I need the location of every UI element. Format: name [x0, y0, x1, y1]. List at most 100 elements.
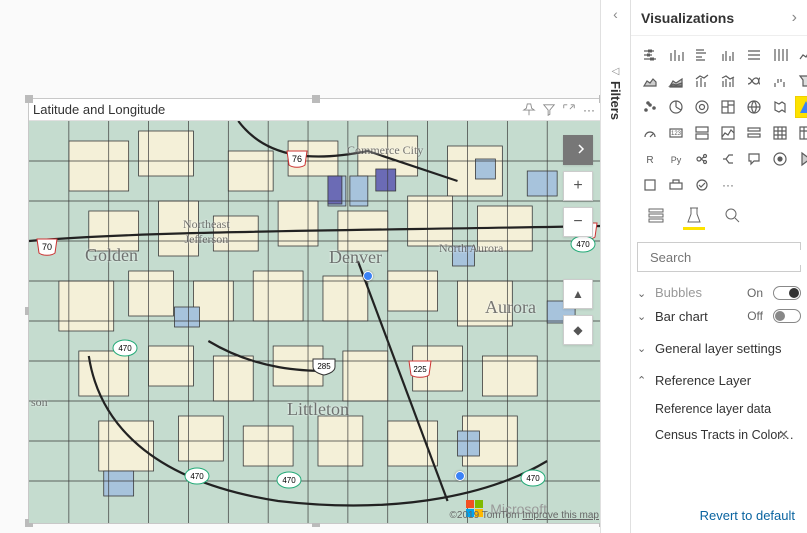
- revert-to-default-link[interactable]: Revert to default: [631, 498, 807, 533]
- map-controls: + − ▲ ◆: [563, 135, 593, 345]
- python-visual-icon[interactable]: Py: [665, 148, 687, 170]
- format-row-label: Reference Layer: [655, 373, 801, 388]
- 100-stacked-column-icon[interactable]: [769, 44, 791, 66]
- fields-tab[interactable]: [645, 206, 667, 232]
- area-chart-icon[interactable]: [639, 70, 661, 92]
- custom-visual-2-icon[interactable]: [665, 174, 687, 196]
- azure-map-icon[interactable]: [795, 96, 807, 118]
- format-row-general-layer[interactable]: ⌄ General layer settings: [637, 332, 801, 364]
- map-icon[interactable]: [743, 96, 765, 118]
- waterfall-icon[interactable]: [769, 70, 791, 92]
- clustered-column-icon[interactable]: [717, 44, 739, 66]
- chevron-down-icon: ⌄: [637, 310, 649, 323]
- gauge-icon[interactable]: [639, 122, 661, 144]
- format-row-bubbles[interactable]: ⌄ Bubbles On: [637, 278, 801, 300]
- format-search[interactable]: [637, 242, 801, 272]
- attribution-copyright: ©2019 TomTom: [450, 510, 520, 521]
- format-tabs: [631, 200, 807, 242]
- triangle-left-icon: ◁: [612, 66, 620, 77]
- r-visual-icon[interactable]: R: [639, 148, 661, 170]
- treemap-icon[interactable]: [717, 96, 739, 118]
- zoom-out-button[interactable]: −: [563, 207, 593, 237]
- stacked-column-icon[interactable]: [665, 44, 687, 66]
- decomposition-tree-icon[interactable]: [717, 148, 739, 170]
- svg-text:123: 123: [671, 131, 682, 137]
- more-options-icon[interactable]: ···: [579, 101, 599, 119]
- format-tab[interactable]: [683, 206, 705, 232]
- filter-icon[interactable]: [539, 101, 559, 119]
- table-icon[interactable]: [769, 122, 791, 144]
- format-options-list: ⌄ Bubbles On ⌄ Bar chart Off ⌄ General l…: [631, 278, 807, 498]
- svg-text:Py: Py: [671, 155, 682, 165]
- reference-layer-file[interactable]: Census Tracts in Colorado...: [655, 428, 795, 442]
- clustered-bar-icon[interactable]: [691, 44, 713, 66]
- format-row-label: Bar chart: [655, 309, 741, 324]
- search-input[interactable]: [650, 250, 807, 265]
- donut-icon[interactable]: [691, 96, 713, 118]
- matrix-icon[interactable]: [795, 122, 807, 144]
- filled-map-icon[interactable]: [769, 96, 791, 118]
- map-tiles: [29, 121, 603, 523]
- arcgis-icon[interactable]: [769, 148, 791, 170]
- toggle-switch[interactable]: [773, 309, 801, 323]
- visualizations-pane: Visualizations › 123: [630, 0, 807, 533]
- pane-title: Visualizations: [641, 10, 792, 26]
- chevron-down-icon: ⌄: [637, 287, 649, 300]
- analytics-tab[interactable]: [721, 206, 743, 232]
- chevron-right-icon[interactable]: ›: [792, 9, 797, 27]
- report-canvas[interactable]: Latitude and Longitude ···: [0, 0, 600, 533]
- resize-handle[interactable]: [312, 95, 320, 103]
- custom-visual-3-icon[interactable]: [691, 174, 713, 196]
- powerapps-icon[interactable]: [795, 148, 807, 170]
- resize-handle[interactable]: [25, 95, 33, 103]
- more-visuals-icon[interactable]: ···: [717, 174, 739, 196]
- format-row-barchart[interactable]: ⌄ Bar chart Off: [637, 300, 801, 332]
- pie-icon[interactable]: [665, 96, 687, 118]
- custom-visual-1-icon[interactable]: [639, 174, 661, 196]
- chevron-left-icon[interactable]: ‹: [613, 6, 618, 22]
- improve-map-link[interactable]: Improve this map: [522, 510, 599, 521]
- qa-visual-icon[interactable]: [743, 148, 765, 170]
- ribbon-chart-icon[interactable]: [743, 70, 765, 92]
- map-visual[interactable]: Latitude and Longitude ···: [28, 98, 604, 524]
- scatter-icon[interactable]: [639, 96, 661, 118]
- kpi-icon[interactable]: [717, 122, 739, 144]
- chevron-down-icon: ⌄: [637, 342, 649, 355]
- multi-row-card-icon[interactable]: [691, 122, 713, 144]
- pane-header: Visualizations ›: [631, 0, 807, 36]
- filters-pane-collapsed[interactable]: ‹ ◁ Filters: [600, 0, 630, 533]
- chevron-up-icon: ⌃: [637, 374, 649, 387]
- reference-layer-data-label: Reference layer data: [655, 396, 801, 422]
- focus-mode-icon[interactable]: [559, 101, 579, 119]
- card-icon[interactable]: 123: [665, 122, 687, 144]
- format-row-label: Bubbles: [655, 285, 741, 300]
- toggle-state-text: Off: [747, 309, 763, 323]
- pin-icon[interactable]: [519, 101, 539, 119]
- line-stacked-column-icon[interactable]: [691, 70, 713, 92]
- stacked-bar-icon[interactable]: [639, 44, 661, 66]
- toggle-state-text: On: [747, 286, 763, 300]
- svg-text:R: R: [646, 155, 653, 166]
- pitch-button[interactable]: ◆: [563, 315, 593, 345]
- reset-bearing-button[interactable]: ▲: [563, 279, 593, 309]
- zoom-in-button[interactable]: +: [563, 171, 593, 201]
- map-data-point[interactable]: [363, 271, 373, 281]
- key-influencers-icon[interactable]: [691, 148, 713, 170]
- funnel-icon[interactable]: [795, 70, 807, 92]
- map-surface[interactable]: Denver Aurora Golden Littleton Commerce …: [29, 121, 603, 523]
- line-clustered-column-icon[interactable]: [717, 70, 739, 92]
- line-chart-icon[interactable]: [795, 44, 807, 66]
- map-expand-button[interactable]: [563, 135, 593, 165]
- visual-title: Latitude and Longitude: [33, 102, 519, 117]
- toggle-switch[interactable]: [773, 286, 801, 300]
- 100-stacked-bar-icon[interactable]: [743, 44, 765, 66]
- slicer-icon[interactable]: [743, 122, 765, 144]
- map-data-point[interactable]: [455, 471, 465, 481]
- stacked-area-icon[interactable]: [665, 70, 687, 92]
- format-row-reference-layer[interactable]: ⌃ Reference Layer: [637, 364, 801, 396]
- map-attribution: ©2019 TomTom Improve this map: [450, 510, 599, 521]
- remove-file-button[interactable]: ✕: [778, 427, 789, 443]
- visual-gallery: 123 R Py ···: [631, 36, 807, 200]
- filters-pane-label: Filters: [608, 81, 623, 120]
- format-row-label: General layer settings: [655, 341, 801, 356]
